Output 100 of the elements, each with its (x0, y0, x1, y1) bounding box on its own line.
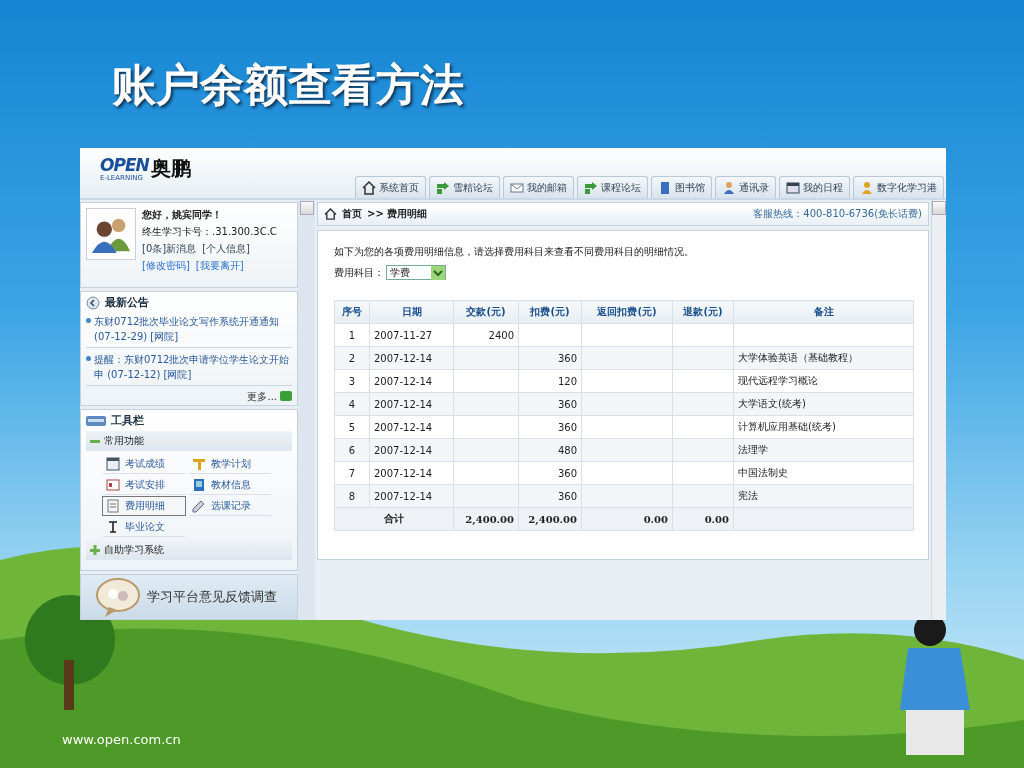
table-cell (672, 461, 734, 485)
tool-link[interactable]: 费用明细 (102, 496, 186, 516)
more-link[interactable]: 更多... (247, 390, 277, 404)
feedback-banner[interactable]: 学习平台意见反馈调查 (80, 574, 298, 620)
column-header: 交款(元) (453, 300, 519, 324)
table-cell: 7 (334, 461, 370, 485)
category-select[interactable]: 学费 (386, 265, 446, 280)
pen-icon (192, 499, 206, 513)
book-icon (192, 478, 206, 492)
column-header: 备注 (733, 300, 914, 324)
column-header: 日期 (369, 300, 454, 324)
table-cell: 2007-12-14 (369, 415, 454, 439)
scroll-button[interactable] (299, 201, 314, 215)
table-cell: 中国法制史 (733, 461, 914, 485)
bullet-icon (86, 356, 91, 361)
column-header: 序号 (334, 300, 370, 324)
table-cell: 计算机应用基础(统考) (733, 415, 914, 439)
slide-title: 账户余额查看方法 (112, 58, 465, 112)
nav-tab[interactable]: 图书馆 (651, 176, 712, 198)
dropdown-icon (431, 265, 445, 280)
table-cell: 2007-12-14 (369, 461, 454, 485)
bullet-icon (86, 318, 91, 323)
breadcrumb-link[interactable]: 首页 (342, 207, 362, 221)
table-cell: 2007-11-27 (369, 323, 454, 347)
table-cell (453, 369, 519, 393)
toolbar-icon (86, 414, 106, 427)
column-header: 退款(元) (672, 300, 734, 324)
card-number: 终生学习卡号：.31.300.3C.C (142, 225, 278, 239)
panel-title: 工具栏 (111, 413, 144, 428)
tool-link[interactable]: 毕业论文 (102, 517, 186, 537)
total-label: 合计 (334, 507, 454, 531)
logo-mark: OPEN (100, 156, 149, 174)
tool-link[interactable]: 教学计划 (188, 454, 272, 474)
table-cell: 大学体验英语（基础教程） (733, 346, 914, 370)
plus-icon (90, 545, 100, 555)
table-cell: 4 (334, 392, 370, 416)
users-icon (86, 208, 136, 260)
arrows-icon (436, 180, 450, 195)
text-icon (106, 520, 120, 534)
greeting-text: 您好，姚宾同学！ (142, 208, 223, 222)
website-url: www.open.com.cn (62, 732, 181, 747)
speech-bubble-icon (95, 577, 141, 617)
table-cell: 1 (334, 323, 370, 347)
table-cell: 现代远程学习概论 (733, 369, 914, 393)
tool-link[interactable]: 教材信息 (188, 475, 272, 495)
table-cell: 120 (518, 369, 582, 393)
table-cell (672, 323, 734, 347)
group-header[interactable]: 常用功能 (86, 431, 292, 451)
nav-tab[interactable]: 雪精论坛 (429, 176, 500, 198)
column-header: 扣费(元) (518, 300, 582, 324)
table-cell: 2 (334, 346, 370, 370)
table-cell: 6 (334, 438, 370, 462)
group-header[interactable]: 自助学习系统 (86, 540, 292, 560)
table-cell: 宪法 (733, 484, 914, 508)
table-cell: 360 (518, 415, 582, 439)
user-link[interactable]: [修改密码] (142, 259, 190, 273)
table-cell: 360 (518, 461, 582, 485)
table-cell (518, 323, 582, 347)
person-icon (722, 180, 736, 195)
table-cell (453, 415, 519, 439)
scrollbar[interactable] (931, 200, 946, 620)
table-cell: 3 (334, 369, 370, 393)
notice-link[interactable]: 提醒：东财0712批次申请学位学生论文开始申 (07-12-12) [网院] (94, 352, 292, 382)
table-cell: 2400 (453, 323, 519, 347)
nav-tab[interactable]: 通讯录 (715, 176, 776, 198)
tool-link[interactable]: 选课记录 (188, 496, 272, 516)
breadcrumb-current: >> 费用明细 (367, 207, 428, 221)
nav-tab[interactable]: 我的日程 (779, 176, 850, 198)
calendar-icon (786, 180, 800, 195)
home-icon (324, 208, 337, 220)
notice-link[interactable]: 东财0712批次毕业论文写作系统开通通知 (07-12-29) [网院] (94, 314, 292, 344)
tool-link[interactable]: 考试安排 (102, 475, 186, 495)
card-icon (106, 478, 120, 492)
table-cell: 法理学 (733, 438, 914, 462)
person-icon (860, 180, 874, 195)
table-cell (672, 415, 734, 439)
user-link[interactable]: [个人信息] (202, 242, 250, 256)
user-link[interactable]: [0条]新消息 (142, 242, 197, 256)
table-cell: 2007-12-14 (369, 369, 454, 393)
table-cell: 5 (334, 415, 370, 439)
table-cell: 大学语文(统考) (733, 392, 914, 416)
intro-text: 如下为您的各项费用明细信息，请选择费用科目来查看不同费用科目的明细情况。 (334, 245, 695, 259)
nav-tab[interactable]: 我的邮箱 (503, 176, 574, 198)
chat-icon (280, 391, 292, 403)
nav-tab[interactable]: 数字化学习港 (853, 176, 944, 198)
tool-link[interactable]: 考试成绩 (102, 454, 186, 474)
book-icon (658, 180, 672, 195)
mail-icon (510, 180, 524, 195)
nav-tab[interactable]: 课程论坛 (577, 176, 648, 198)
table-cell (672, 369, 734, 393)
document-icon (106, 499, 120, 513)
user-link[interactable]: [我要离开] (195, 259, 244, 273)
table-cell (453, 461, 519, 485)
home-icon (362, 180, 376, 195)
filter-label: 费用科目： (334, 265, 384, 280)
logo-name: 奥鹏 (150, 156, 191, 180)
nav-tab[interactable]: 系统首页 (355, 176, 426, 198)
back-icon (86, 295, 100, 310)
arrows-icon (584, 180, 598, 195)
table-icon (106, 457, 120, 471)
